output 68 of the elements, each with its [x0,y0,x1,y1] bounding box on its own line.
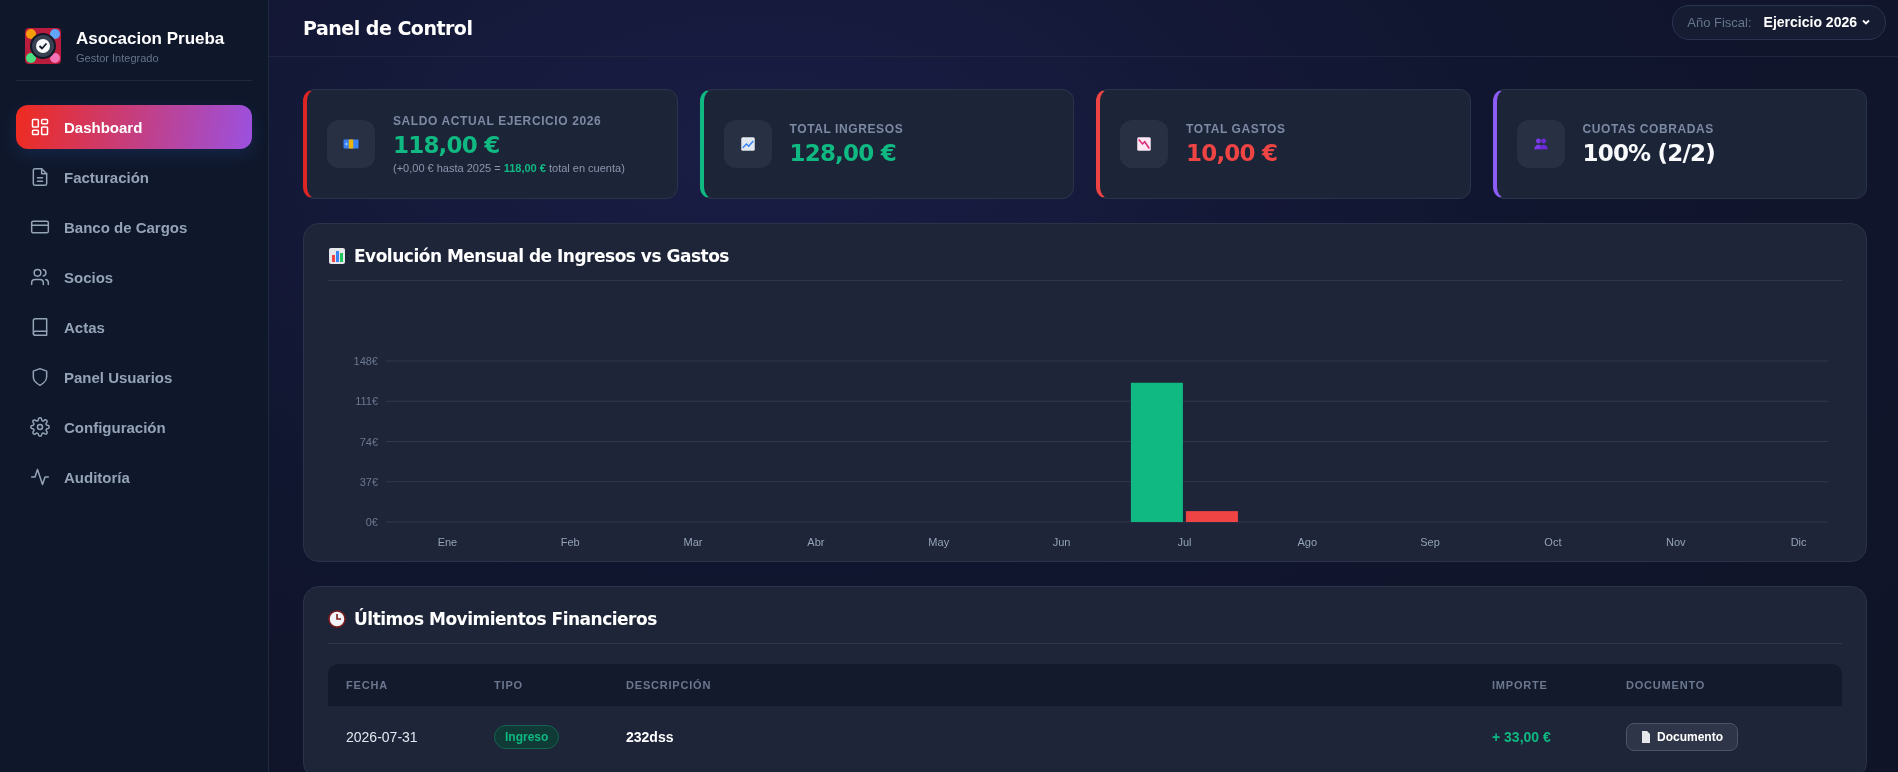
axis-label: Nov [1665,536,1686,548]
fiscal-year-selector[interactable]: Año Fiscal: Ejercicio 2026 [1672,4,1886,40]
shield-icon [30,367,50,387]
brand-subtitle: Gestor Integrado [76,51,160,64]
type-badge: Ingreso [494,725,560,749]
date-cell-text: 2026-07-31 [346,729,419,745]
axis-label: Ene [437,536,458,548]
people-icon [30,267,50,287]
axis-label: Oct [1544,536,1562,548]
column-header: DOCUMENTO [1626,679,1707,691]
column-header: TIPO [494,679,524,691]
stat-label: SALDO ACTUAL EJERCICIO 2026 [393,114,603,128]
axis-label: Sep [1420,536,1440,548]
column-header: FECHA [346,679,389,691]
axis-label: 111€ [355,395,378,408]
stat-value: 118,00 € [393,132,501,158]
document-icon [30,167,50,187]
sidebar-item[interactable]: Configuración [16,405,252,449]
sidebar-item[interactable]: Dashboard [16,105,252,149]
axis-label: 74€ [359,435,378,448]
chevron-down-icon [1861,17,1871,27]
chart-up-icon [738,135,757,153]
stat-note: (+0,00 € hasta 2025 = 118,00 € total en cuenta) [393,162,625,174]
stat-label: TOTAL GASTOS [1186,122,1286,136]
description-cell-text: 232dss [626,729,675,745]
stat-value: 10,00 € [1186,140,1279,166]
stat-label: CUOTAS COBRADAS [1582,122,1715,136]
axis-label: May [928,536,950,548]
fiscal-year-label: Año Fiscal: [1687,14,1752,30]
document-icon [1641,731,1651,743]
axis-label: Abr [807,536,825,548]
stat-label: TOTAL INGRESOS [789,122,904,136]
axis-label: 37€ [359,475,378,488]
pulse-icon [30,467,50,487]
brand-title: Asocacion Prueba [76,28,225,49]
sidebar-item[interactable]: Facturación [16,155,252,199]
page-title: Panel de Control [303,17,473,39]
dashboard-icon [30,117,50,137]
axis-label: Jul [1177,536,1192,548]
axis-label: Jun [1052,536,1071,548]
axis-label: 0€ [365,516,378,528]
sidebar-item[interactable]: Socios [16,255,252,299]
clock-icon [328,610,346,628]
logo-icon [24,27,62,65]
sidebar-item[interactable]: Panel Usuarios [16,355,252,399]
column-header: DESCRIPCIÓN [626,679,713,691]
fiscal-year-dropdown[interactable]: Ejercicio 2026 [1763,14,1871,30]
axis-label: 148€ [353,355,378,367]
chart-down-icon [1135,135,1153,153]
axis-label: Feb [560,536,580,548]
stat-value: 100% (2/2) [1582,140,1715,166]
settings-icon [30,417,50,437]
panel-title: Últimos Movimientos Financieros [354,609,657,629]
sidebar-item[interactable]: Banco de Cargos [16,205,252,249]
book-icon [30,317,50,337]
panel-title: Evolución Mensual de Ingresos vs Gastos [354,246,729,266]
stat-value: 128,00 € [789,140,897,166]
axis-label: Mar [683,536,703,548]
document-button[interactable]: Documento [1626,723,1738,751]
axis-label: Ago [1297,536,1318,548]
bar-chart-icon [328,247,346,265]
column-header: IMPORTE [1492,679,1549,691]
sidebar-item[interactable]: Actas [16,305,252,349]
bar [1185,511,1238,522]
sidebar-item[interactable]: Auditoría [16,455,252,499]
amount-cell-text: + 33,00 € [1492,729,1552,745]
axis-label: Dic [1790,536,1807,548]
card-icon [30,217,50,237]
